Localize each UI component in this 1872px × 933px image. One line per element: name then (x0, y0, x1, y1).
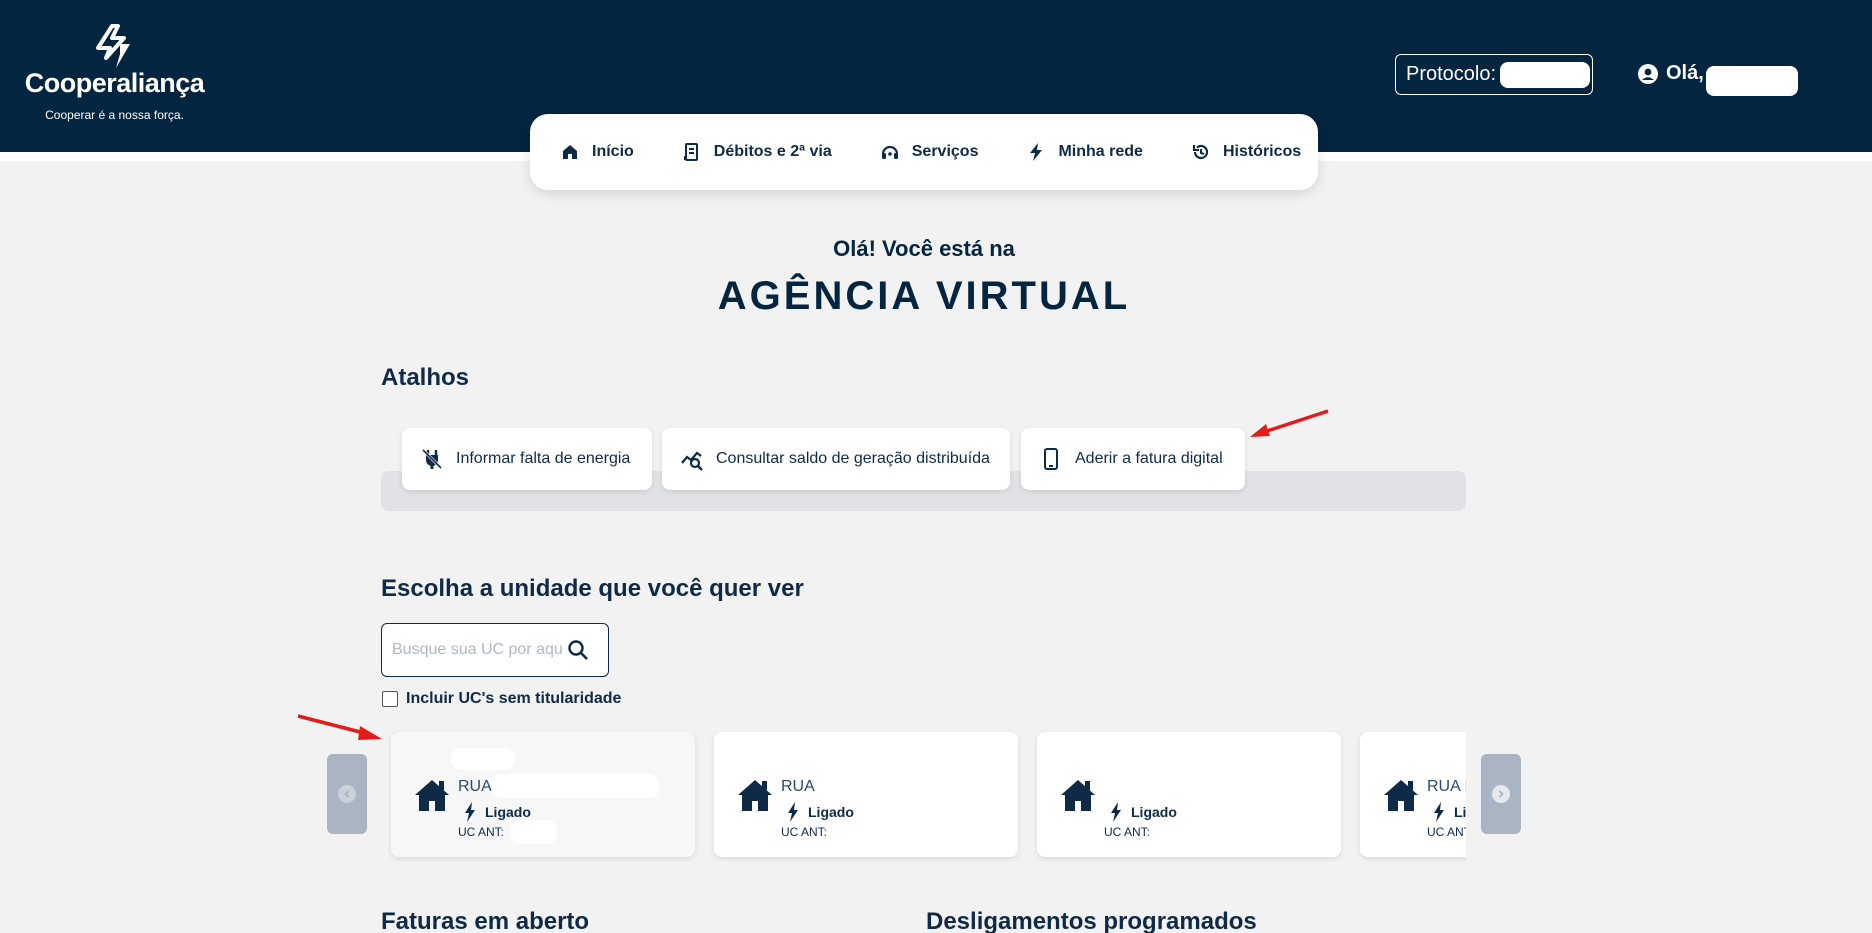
nav-item-historicos[interactable]: Históricos (1191, 142, 1301, 162)
uc-search-input[interactable] (392, 641, 562, 659)
house-icon (1384, 780, 1418, 811)
hero-title: AGÊNCIA VIRTUAL (717, 274, 1131, 318)
carousel-next-button[interactable] (1481, 754, 1521, 834)
uc-status: Ligado (808, 804, 854, 820)
nav-label: Serviços (911, 143, 979, 160)
brand-name: Cooperaliança (24, 68, 205, 98)
bolt-icon (465, 802, 475, 822)
shortcut-consultar-saldo[interactable]: Consultar saldo de geração distribuída (662, 428, 1010, 490)
headset-icon (881, 145, 898, 159)
no-power-icon (421, 448, 443, 470)
uc-carousel: RUA Ligado UC ANT: RUA Ligado UC ANT: Li… (388, 728, 1466, 862)
nav-item-debitos[interactable]: Débitos e 2ª via (682, 142, 832, 162)
bolt-icon (788, 802, 798, 822)
uc-card[interactable]: Ligado UC ANT: (1037, 732, 1341, 857)
chevron-right-icon (1492, 785, 1510, 803)
hero-subtitle: Olá! Você está na (833, 236, 1015, 261)
shortcut-fatura-digital[interactable]: Aderir a fatura digital (1021, 428, 1245, 490)
include-uc-label: Incluir UC's sem titularidade (406, 690, 622, 707)
search-icon[interactable] (566, 638, 590, 662)
brand-slogan: Cooperar é a nossa força. (45, 108, 184, 122)
nav-label: Históricos (1222, 143, 1302, 160)
carousel-prev-button[interactable] (327, 754, 367, 834)
open-invoices-title: Faturas em aberto (381, 908, 590, 933)
bolt-icon (1030, 143, 1043, 161)
user-circle-icon (1638, 63, 1658, 84)
uc-street: RUA (781, 778, 815, 795)
nav-label: Minha rede (1058, 143, 1143, 160)
bolt-icon (1434, 802, 1444, 822)
uc-street: RUA I (1427, 778, 1466, 795)
logo-bolt-icon (96, 24, 130, 68)
protocol-box: Protocolo: (1395, 54, 1593, 95)
shortcut-label: Aderir a fatura digital (1075, 450, 1223, 467)
smartphone-icon (1044, 448, 1058, 470)
home-icon (563, 145, 577, 159)
greeting-text: Olá, (1666, 62, 1704, 84)
annotation-arrow-icon (297, 714, 382, 740)
uc-ant-label: UC ANT: (781, 825, 828, 839)
main-nav: Início Débitos e 2ª via Serviços Minha r… (530, 114, 1318, 190)
nav-label: Débitos e 2ª via (713, 143, 832, 160)
house-icon (415, 780, 449, 811)
shortcut-label: Consultar saldo de geração distribuída (716, 450, 990, 467)
brand-logo[interactable]: Cooperaliança Cooperar é a nossa força. (12, 24, 217, 124)
uc-search-box (381, 623, 609, 677)
scheduled-outages-title: Desligamentos programados (926, 908, 1257, 933)
nav-item-inicio[interactable]: Início (560, 142, 634, 162)
uc-street: RUA (458, 778, 492, 795)
history-icon (1192, 144, 1209, 160)
nav-item-minha-rede[interactable]: Minha rede (1026, 142, 1143, 162)
house-icon (1061, 780, 1095, 811)
shortcuts-title: Atalhos (381, 364, 470, 391)
uc-status: Ligado (1131, 804, 1177, 820)
chart-search-icon (681, 451, 703, 471)
user-name-redacted (1706, 66, 1798, 96)
uc-address-redacted (491, 774, 659, 798)
shortcut-informar-falta[interactable]: Informar falta de energia (402, 428, 652, 490)
uc-ant-label: UC ANT: (458, 825, 505, 839)
units-title: Escolha a unidade que você quer ver (381, 575, 804, 602)
nav-label: Início (592, 143, 634, 160)
uc-ant-label: UC ANT: (1104, 825, 1151, 839)
bolt-icon (1111, 802, 1121, 822)
include-uc-checkbox[interactable] (382, 691, 398, 707)
uc-card[interactable]: RUA Ligado UC ANT: (714, 732, 1018, 857)
protocol-label: Protocolo: (1406, 63, 1497, 85)
receipt-icon (683, 143, 698, 161)
annotation-arrow-icon (1250, 409, 1329, 437)
uc-status: Ligado (485, 804, 531, 820)
house-icon (738, 780, 772, 811)
uc-ant-redacted (511, 820, 557, 844)
shortcut-label: Informar falta de energia (456, 450, 631, 467)
uc-title-redacted (451, 748, 515, 770)
uc-status: Ligado (1454, 804, 1466, 820)
chevron-left-icon (338, 785, 356, 803)
uc-ant-label: UC ANT: (1427, 825, 1466, 839)
protocol-value-redacted (1500, 61, 1591, 88)
user-greeting[interactable]: Olá, (1638, 62, 1798, 96)
include-uc-row: Incluir UC's sem titularidade (382, 690, 621, 708)
uc-card[interactable]: RUA I Ligado UC ANT: (1360, 732, 1466, 857)
nav-item-servicos[interactable]: Serviços (880, 142, 979, 162)
uc-card[interactable]: RUA Ligado UC ANT: (391, 732, 695, 857)
